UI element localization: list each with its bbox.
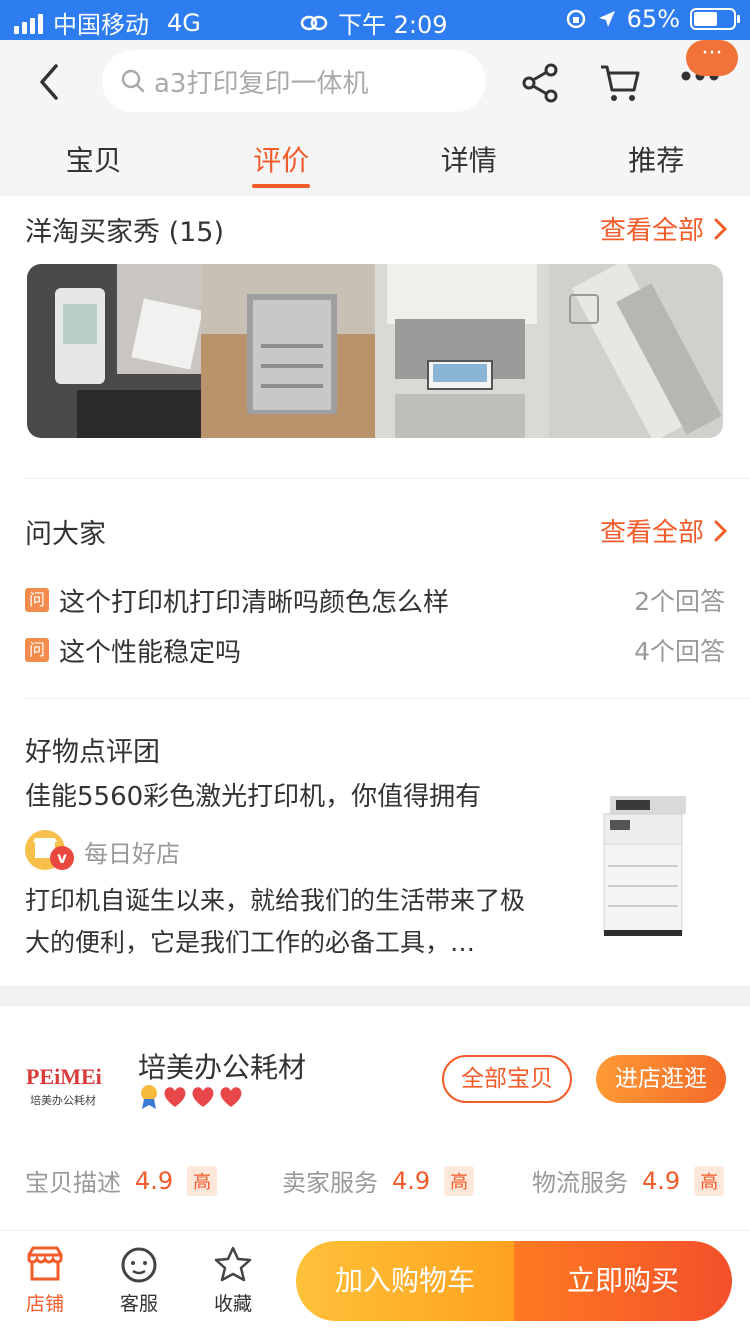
section-gap	[0, 986, 750, 1006]
buyer-show-title: 洋淘买家秀 (15)	[25, 217, 225, 248]
all-items-button[interactable]: 全部宝贝	[442, 1055, 572, 1103]
question-text: 这个打印机打印清晰吗颜色怎么样	[59, 587, 450, 618]
cart-button[interactable]	[598, 62, 642, 108]
chevron-right-icon	[714, 520, 728, 541]
tab-reviews[interactable]: 评价	[188, 126, 376, 196]
question-text: 这个性能稳定吗	[59, 637, 242, 668]
logo-text: PEiMEi	[26, 1064, 102, 1089]
rotation-lock-icon	[566, 9, 585, 29]
purchase-buttons: 加入购物车 立即购买	[296, 1241, 732, 1321]
chevron-right-icon	[714, 218, 728, 239]
tab-item[interactable]: 宝贝	[0, 126, 188, 196]
answer-count: 2个回答	[634, 587, 725, 616]
logo-subtext: 培美办公耗材	[30, 1093, 96, 1107]
battery-percent: 65%	[626, 5, 680, 33]
rating-level: 高	[694, 1165, 725, 1196]
share-icon	[522, 63, 558, 103]
store-tab-button[interactable]: 店铺	[10, 1245, 80, 1316]
heart-icon	[220, 1087, 242, 1107]
signal-icon	[14, 12, 43, 34]
favorite-button[interactable]: 收藏	[198, 1245, 268, 1316]
article-body: 打印机自诞生以来，就给我们的生活带来了极大的便利，它是我们工作的必备工具，…	[25, 886, 526, 957]
shop-name: 每日好店	[84, 840, 180, 868]
clock: 下午 2:09	[338, 11, 448, 39]
message-badge[interactable]: ···	[686, 40, 738, 76]
back-button[interactable]	[34, 62, 74, 106]
share-button[interactable]	[520, 62, 560, 108]
enter-store-button[interactable]: 进店逛逛	[596, 1055, 726, 1103]
add-to-cart-button[interactable]: 加入购物车	[296, 1241, 514, 1321]
link-icon	[300, 15, 328, 30]
rating-value: 4.9	[642, 1166, 681, 1195]
network-label: 4G	[167, 8, 201, 37]
question-row[interactable]: 问 这个打印机打印清晰吗颜色怎么样 2个回答	[25, 580, 725, 620]
status-bar: 中国移动 4G 下午 2:09 65%	[0, 0, 750, 40]
buy-now-button[interactable]: 立即购买	[514, 1241, 732, 1321]
rating-level: 高	[444, 1165, 475, 1196]
store-tab-label: 店铺	[25, 1293, 64, 1315]
question-badge: 问	[25, 638, 49, 662]
medal-icon	[141, 1085, 157, 1109]
tab-recommend[interactable]: 推荐	[563, 126, 750, 196]
search-placeholder: a3打印复印一体机	[154, 68, 369, 99]
peimei-logo: PEiMEi 培美办公耗材	[26, 1064, 102, 1107]
bottom-action-bar: 店铺 客服 收藏 加入购物车 立即购买	[0, 1230, 750, 1334]
rating-label: 宝贝描述	[25, 1169, 121, 1197]
tab-details[interactable]: 详情	[375, 126, 563, 196]
cart-icon	[601, 65, 640, 101]
rating-label: 物流服务	[532, 1169, 628, 1197]
favorite-label: 收藏	[213, 1293, 252, 1315]
tab-bar: 宝贝 评价 详情 推荐	[0, 126, 750, 196]
buyer-show-view-all[interactable]: 查看全部	[600, 210, 728, 247]
rating-level: 高	[187, 1165, 218, 1196]
ask-title: 问大家	[25, 519, 106, 550]
article-title: 佳能5560彩色激光打印机，你值得拥有	[25, 782, 482, 812]
view-all-label: 查看全部	[599, 518, 704, 548]
heart-icon	[164, 1087, 186, 1107]
service-label: 客服	[119, 1293, 158, 1315]
article-thumbnail	[576, 790, 716, 940]
service-icon	[121, 1247, 157, 1283]
ask-view-all[interactable]: 查看全部	[600, 512, 728, 549]
rating-value: 4.9	[392, 1166, 431, 1195]
search-icon	[121, 69, 145, 93]
carrier-label: 中国移动	[53, 11, 149, 39]
customer-service-button[interactable]: 客服	[104, 1245, 174, 1316]
printer-image	[603, 796, 686, 936]
buyer-photo[interactable]	[375, 264, 549, 438]
store-level	[138, 1084, 244, 1110]
section-divider	[25, 478, 750, 479]
heart-icon	[192, 1087, 214, 1107]
rating-service: 卖家服务 4.9 高	[282, 1163, 475, 1198]
search-input[interactable]: a3打印复印一体机	[102, 50, 486, 112]
store-logo[interactable]: PEiMEi 培美办公耗材	[24, 1056, 124, 1112]
verified-badge: v	[50, 846, 74, 870]
buyer-photo[interactable]	[27, 264, 201, 438]
rating-description: 宝贝描述 4.9 高	[25, 1163, 218, 1198]
location-icon	[598, 11, 615, 27]
view-all-label: 查看全部	[599, 216, 704, 246]
store-name[interactable]: 培美办公耗材	[138, 1046, 306, 1086]
section-divider	[25, 698, 750, 699]
question-row[interactable]: 问 这个性能稳定吗 4个回答	[25, 630, 725, 670]
star-icon	[214, 1246, 252, 1282]
rating-logistics: 物流服务 4.9 高	[532, 1163, 725, 1198]
chevron-left-icon	[40, 64, 58, 100]
rating-value: 4.9	[135, 1166, 174, 1195]
answer-count: 4个回答	[634, 637, 725, 666]
review-group-title: 好物点评团	[25, 737, 160, 768]
rating-label: 卖家服务	[282, 1169, 378, 1197]
buyer-photo[interactable]	[549, 264, 723, 438]
battery-icon	[690, 8, 740, 30]
buyer-photo[interactable]	[201, 264, 375, 438]
buyer-photos	[27, 264, 723, 438]
nav-bar: a3打印复印一体机 ···	[0, 40, 750, 126]
store-icon	[27, 1246, 63, 1281]
question-badge: 问	[25, 588, 49, 612]
